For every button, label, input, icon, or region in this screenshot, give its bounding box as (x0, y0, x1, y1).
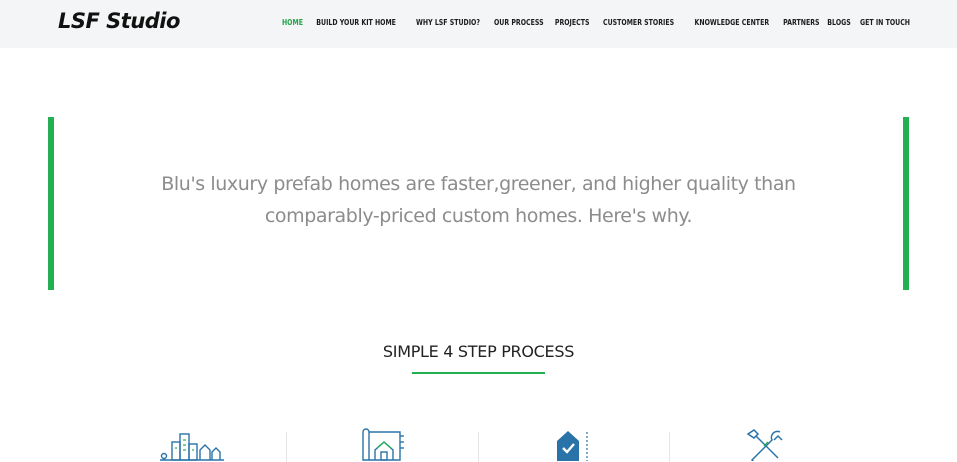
nav-build-your-kit-home[interactable]: BUILD YOUR KIT HOME (317, 18, 397, 27)
hammer-wrench-icon (746, 429, 783, 461)
nav-our-process[interactable]: OUR PROCESS (494, 18, 544, 27)
city-buildings-icon (160, 433, 224, 461)
step-divider (286, 432, 287, 462)
step-divider (478, 432, 479, 462)
step-divider (669, 432, 670, 462)
nav-get-in-touch[interactable]: GET IN TOUCH (860, 18, 910, 27)
house-check-icon (557, 431, 588, 461)
nav-home[interactable]: HOME (282, 18, 303, 27)
section-title: SIMPLE 4 STEP PROCESS (382, 342, 575, 361)
main-nav: HOME BUILD YOUR KIT HOME WHY LSF STUDIO?… (282, 18, 911, 27)
blueprint-house-icon (362, 428, 404, 461)
nav-blogs[interactable]: BLOGS (827, 18, 850, 27)
nav-why-lsf-studio[interactable]: WHY LSF STUDIO? (416, 18, 480, 27)
site-logo[interactable]: LSF Studio (58, 9, 180, 33)
nav-partners[interactable]: PARTNERS (783, 18, 819, 27)
nav-customer-stories[interactable]: CUSTOMER STORIES (603, 18, 674, 27)
hero-line-2: comparably-priced custom homes. Here's w… (264, 205, 693, 227)
section-title-underline (412, 372, 545, 374)
nav-knowledge-center[interactable]: KNOWLEDGE CENTER (694, 18, 769, 27)
quote-accent-bar-left (48, 117, 54, 290)
top-navigation-bar: LSF Studio HOME BUILD YOUR KIT HOME WHY … (0, 0, 957, 48)
hero-quote: Blu's luxury prefab homes are faster,gre… (80, 168, 877, 232)
hero-line-1: Blu's luxury prefab homes are faster,gre… (161, 173, 796, 195)
nav-projects[interactable]: PROJECTS (555, 18, 590, 27)
quote-accent-bar-right (903, 117, 909, 290)
